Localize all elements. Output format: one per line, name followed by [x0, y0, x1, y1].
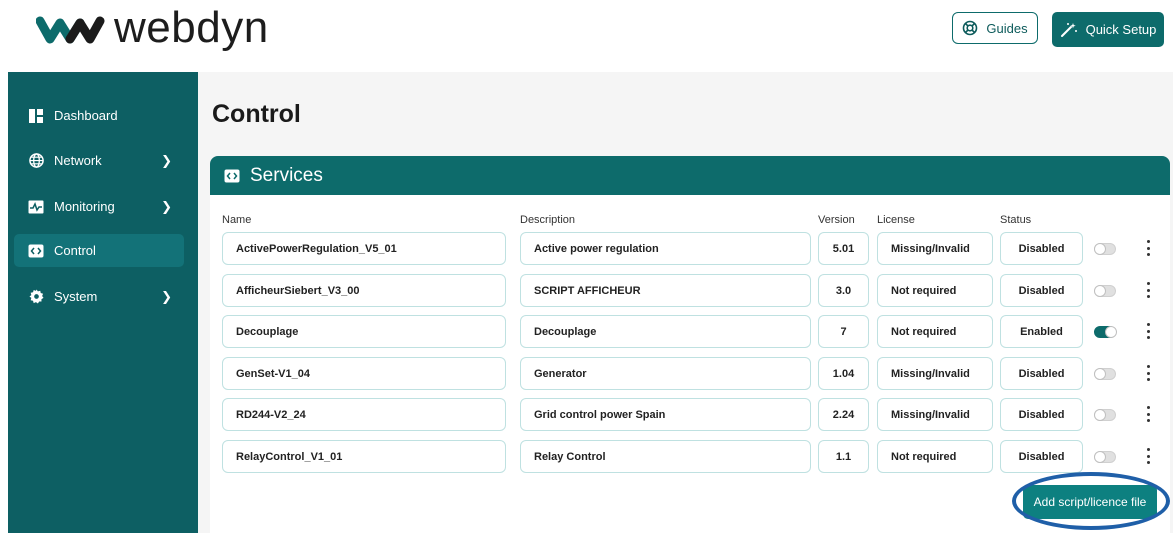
logo-mark-icon: [36, 16, 105, 44]
row-menu-kebab-icon[interactable]: [1142, 282, 1154, 298]
globe-icon: [28, 153, 44, 169]
sidebar-item-dashboard[interactable]: Dashboard: [14, 99, 184, 132]
monitoring-icon: [28, 199, 44, 215]
code-icon: [224, 169, 240, 182]
service-version-cell: 3.0: [818, 274, 869, 307]
toggle-knob: [1094, 368, 1106, 380]
service-description-cell: Generator: [520, 357, 811, 390]
service-enable-toggle[interactable]: [1094, 243, 1116, 255]
service-description-cell: Relay Control: [520, 440, 811, 473]
column-header-version: Version: [818, 214, 855, 226]
magic-wand-icon: [1060, 22, 1077, 37]
webdyn-logo: webdyn: [36, 6, 269, 50]
service-status-cell: Disabled: [1000, 357, 1083, 390]
service-license-cell: Not required: [877, 274, 993, 307]
toggle-knob: [1094, 243, 1106, 255]
service-license-cell: Missing/Invalid: [877, 357, 993, 390]
service-version-cell: 7: [818, 315, 869, 348]
services-card-header: Services: [210, 156, 1170, 195]
sidebar-item-label: Monitoring: [54, 199, 115, 214]
service-license-cell: Missing/Invalid: [877, 232, 993, 265]
row-menu-kebab-icon[interactable]: [1142, 323, 1154, 339]
sidebar-item-network[interactable]: Network ❯: [14, 144, 184, 177]
service-name-cell: RelayControl_V1_01: [222, 440, 506, 473]
top-header: webdyn Guides Quick Setup: [0, 0, 1173, 72]
service-status-cell: Disabled: [1000, 398, 1083, 431]
service-name-cell: RD244-V2_24: [222, 398, 506, 431]
row-menu-kebab-icon[interactable]: [1142, 406, 1154, 422]
row-menu-kebab-icon[interactable]: [1142, 240, 1154, 256]
service-status-cell: Disabled: [1000, 440, 1083, 473]
lifebuoy-icon: [963, 20, 978, 36]
code-icon: [28, 243, 44, 259]
column-header-license: License: [877, 214, 915, 226]
sidebar-item-monitoring[interactable]: Monitoring ❯: [14, 190, 184, 223]
toggle-knob: [1094, 451, 1106, 463]
service-status-cell: Enabled: [1000, 315, 1083, 348]
main-content: Control Services Name Description Versio…: [198, 72, 1173, 533]
gear-icon: [28, 289, 44, 305]
highlight-annotation: [1012, 472, 1170, 530]
chevron-right-icon: ❯: [161, 153, 172, 168]
chevron-right-icon: ❯: [161, 289, 172, 304]
sidebar-item-label: Control: [54, 243, 96, 258]
service-status-cell: Disabled: [1000, 274, 1083, 307]
service-description-cell: SCRIPT AFFICHEUR: [520, 274, 811, 307]
sidebar-item-label: Network: [54, 153, 102, 168]
service-version-cell: 1.04: [818, 357, 869, 390]
service-version-cell: 1.1: [818, 440, 869, 473]
service-enable-toggle[interactable]: [1094, 285, 1116, 297]
service-name-cell: AfficheurSiebert_V3_00: [222, 274, 506, 307]
services-card: Services Name Description Version Licens…: [210, 156, 1170, 533]
service-description-cell: Active power regulation: [520, 232, 811, 265]
service-name-cell: Decouplage: [222, 315, 506, 348]
service-status-cell: Disabled: [1000, 232, 1083, 265]
service-enable-toggle[interactable]: [1094, 326, 1117, 338]
sidebar: Dashboard Network ❯ Monitoring ❯ Control…: [8, 72, 198, 533]
quick-setup-button[interactable]: Quick Setup: [1052, 12, 1164, 47]
sidebar-item-system[interactable]: System ❯: [14, 280, 184, 313]
toggle-knob: [1105, 326, 1117, 338]
guides-button[interactable]: Guides: [952, 12, 1038, 44]
service-enable-toggle[interactable]: [1094, 451, 1116, 463]
service-enable-toggle[interactable]: [1094, 368, 1116, 380]
service-version-cell: 2.24: [818, 398, 869, 431]
service-enable-toggle[interactable]: [1094, 409, 1116, 421]
chevron-right-icon: ❯: [161, 199, 172, 214]
service-license-cell: Not required: [877, 315, 993, 348]
service-version-cell: 5.01: [818, 232, 869, 265]
column-header-status: Status: [1000, 214, 1032, 226]
service-description-cell: Grid control power Spain: [520, 398, 811, 431]
sidebar-item-control[interactable]: Control: [14, 234, 184, 267]
column-header-description: Description: [520, 214, 576, 226]
guides-label: Guides: [986, 20, 1028, 36]
service-license-cell: Missing/Invalid: [877, 398, 993, 431]
service-description-cell: Decouplage: [520, 315, 811, 348]
row-menu-kebab-icon[interactable]: [1142, 365, 1154, 381]
row-menu-kebab-icon[interactable]: [1142, 448, 1154, 464]
sidebar-item-label: Dashboard: [54, 108, 118, 123]
service-license-cell: Not required: [877, 440, 993, 473]
page-title: Control: [212, 100, 301, 128]
toggle-knob: [1094, 409, 1106, 421]
card-title: Services: [250, 164, 323, 186]
logo-text: webdyn: [114, 3, 269, 52]
service-name-cell: ActivePowerRegulation_V5_01: [222, 232, 506, 265]
service-name-cell: GenSet-V1_04: [222, 357, 506, 390]
quick-setup-label: Quick Setup: [1085, 22, 1157, 37]
dashboard-icon: [28, 108, 44, 124]
column-header-name: Name: [222, 214, 252, 226]
sidebar-item-label: System: [54, 289, 98, 304]
toggle-knob: [1094, 285, 1106, 297]
